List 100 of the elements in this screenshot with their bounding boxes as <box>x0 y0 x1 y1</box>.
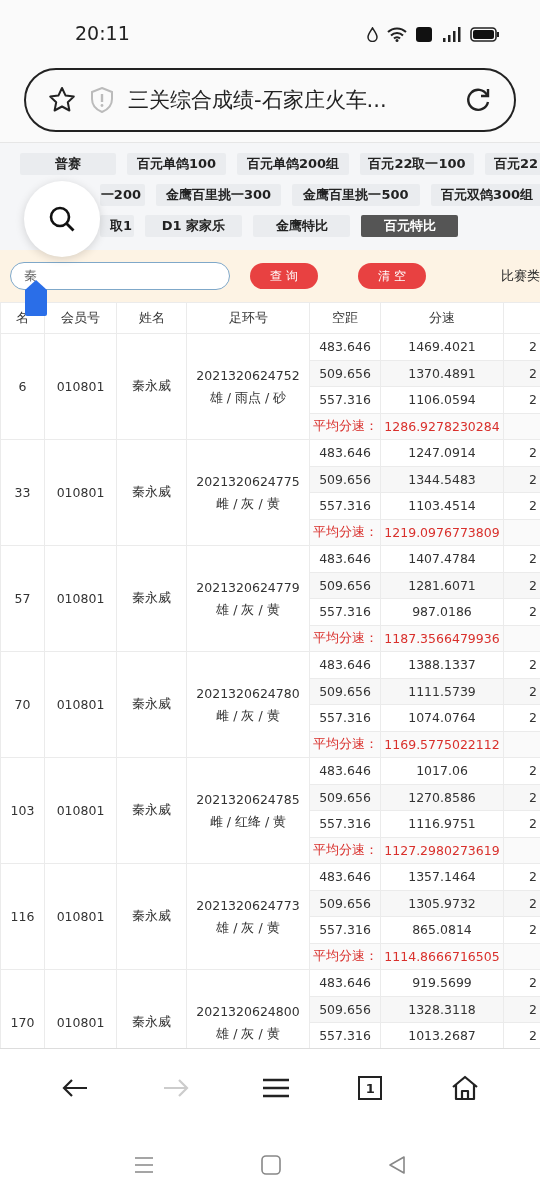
ring-number: 2021320624775 <box>195 472 301 491</box>
rank-cell: 6 <box>0 333 45 440</box>
type-label: 比赛类 <box>501 267 540 285</box>
member-cell: 010801 <box>44 439 117 546</box>
speed-cell: 1270.8586 <box>380 784 504 811</box>
race-filter-tab[interactable]: 百元单鸽200组 <box>237 153 349 175</box>
average-label: 平均分速： <box>309 625 381 652</box>
distance-cell: 509.656 <box>309 678 381 705</box>
home-icon[interactable] <box>261 1155 281 1175</box>
column-header: 空距 <box>309 302 381 334</box>
speed-cell: 1111.5739 <box>380 678 504 705</box>
bird-description: 雌 / 灰 / 黄 <box>215 494 281 513</box>
speed-cell: 1106.0594 <box>380 386 504 413</box>
distance-cell: 557.316 <box>309 916 381 943</box>
search-icon[interactable] <box>48 205 76 233</box>
distance-cell: 483.646 <box>309 863 381 890</box>
distance-cell: 509.656 <box>309 466 381 493</box>
average-speed: 1114.8666716505 <box>380 943 504 970</box>
race-filter-tab[interactable]: 百元双鸽300组 <box>431 184 540 206</box>
column-header: 名 <box>0 302 45 334</box>
speed-cell: 865.0814 <box>380 916 504 943</box>
bird-description: 雄 / 灰 / 黄 <box>215 918 281 937</box>
name-cell: 秦永威 <box>116 545 187 652</box>
ring-number: 2021320624785 <box>195 790 301 809</box>
race-filter-tab[interactable]: 普赛 <box>20 153 116 175</box>
search-button[interactable] <box>24 181 100 257</box>
average-label: 平均分速： <box>309 943 381 970</box>
action-button[interactable]: 清 空 <box>358 263 426 289</box>
member-cell: 010801 <box>44 651 117 758</box>
rank-cell: 33 <box>0 439 45 546</box>
bird-description: 雄 / 雨点 / 砂 <box>208 388 288 407</box>
average-speed: 1169.5775022112 <box>380 731 504 758</box>
member-cell: 010801 <box>44 757 117 864</box>
race-filter-tab[interactable]: 取1 <box>100 215 134 237</box>
reload-icon[interactable] <box>464 86 492 114</box>
ring-number: 2021320624773 <box>195 896 301 915</box>
race-filter-tab[interactable]: 金鹰百里挑一500 <box>292 184 420 206</box>
average-label: 平均分速： <box>309 413 381 440</box>
average-label: 平均分速： <box>309 837 381 864</box>
name-cell: 秦永威 <box>116 651 187 758</box>
distance-cell: 509.656 <box>309 784 381 811</box>
name-cell: 秦永威 <box>116 333 187 440</box>
distance-cell: 509.656 <box>309 890 381 917</box>
column-header: 姓名 <box>116 302 187 334</box>
search-field[interactable]: 秦 <box>10 262 230 290</box>
average-label: 平均分速： <box>309 519 381 546</box>
distance-cell: 557.316 <box>309 810 381 837</box>
race-filter-tab[interactable]: 一200 <box>100 184 145 206</box>
average-speed: 1127.2980273619 <box>380 837 504 864</box>
column-header: 会员号 <box>44 302 117 334</box>
speed-cell: 987.0186 <box>380 598 504 625</box>
ring-number: 2021320624780 <box>195 684 301 703</box>
speed-cell: 1281.6071 <box>380 572 504 599</box>
distance-cell: 483.646 <box>309 969 381 996</box>
member-cell: 010801 <box>44 863 117 970</box>
distance-cell: 509.656 <box>309 996 381 1023</box>
rank-cell: 116 <box>0 863 45 970</box>
address-bar[interactable]: 三关综合成绩-石家庄火车... <box>24 68 516 132</box>
distance-cell: 509.656 <box>309 572 381 599</box>
speed-cell: 1344.5483 <box>380 466 504 493</box>
speed-cell: 1407.4784 <box>380 545 504 572</box>
average-speed: 1286.9278230284 <box>380 413 504 440</box>
name-cell: 秦永威 <box>116 863 187 970</box>
speed-cell: 1305.9732 <box>380 890 504 917</box>
name-cell: 秦永威 <box>116 439 187 546</box>
race-filter-tab[interactable]: 百元特比 <box>361 215 458 237</box>
column-header: 分速 <box>380 302 504 334</box>
column-header: 足环号 <box>186 302 310 334</box>
speed-cell: 1116.9751 <box>380 810 504 837</box>
cursor-handle-icon[interactable] <box>25 280 47 316</box>
race-filter-tab[interactable]: 百元22取一100 <box>360 153 474 175</box>
race-filter-tab[interactable]: 百元单鸽100 <box>127 153 226 175</box>
battery-icon <box>470 26 500 42</box>
distance-cell: 483.646 <box>309 439 381 466</box>
distance-cell: 483.646 <box>309 757 381 784</box>
race-filter-tab[interactable]: D1 家家乐 <box>145 215 242 237</box>
distance-cell: 483.646 <box>309 651 381 678</box>
speed-cell: 1370.4891 <box>380 360 504 387</box>
speed-cell: 1247.0914 <box>380 439 504 466</box>
page-title: 三关综合成绩-石家庄火车... <box>128 87 388 114</box>
back-icon[interactable] <box>388 1155 407 1175</box>
drop-icon <box>367 26 378 42</box>
star-icon[interactable] <box>48 86 76 114</box>
clock-time: 20:11 <box>75 22 131 46</box>
race-filter-tab[interactable]: 百元22 <box>485 153 540 175</box>
action-button[interactable]: 查 询 <box>250 263 318 289</box>
speed-cell: 1328.3118 <box>380 996 504 1023</box>
signal-icon <box>441 26 461 42</box>
rank-cell: 103 <box>0 757 45 864</box>
distance-cell: 509.656 <box>309 360 381 387</box>
ring-number: 2021320624800 <box>195 1002 301 1021</box>
average-label: 平均分速： <box>309 731 381 758</box>
race-filter-tab[interactable]: 金鹰特比 <box>253 215 350 237</box>
name-cell: 秦永威 <box>116 757 187 864</box>
race-filter-tab[interactable]: 金鹰百里挑一300 <box>156 184 281 206</box>
average-speed: 1219.0976773809 <box>380 519 504 546</box>
speed-cell: 1074.0764 <box>380 704 504 731</box>
average-speed: 1187.3566479936 <box>380 625 504 652</box>
tabs-button[interactable]: 1 <box>358 1076 383 1100</box>
search-input[interactable]: 秦 <box>24 268 229 284</box>
